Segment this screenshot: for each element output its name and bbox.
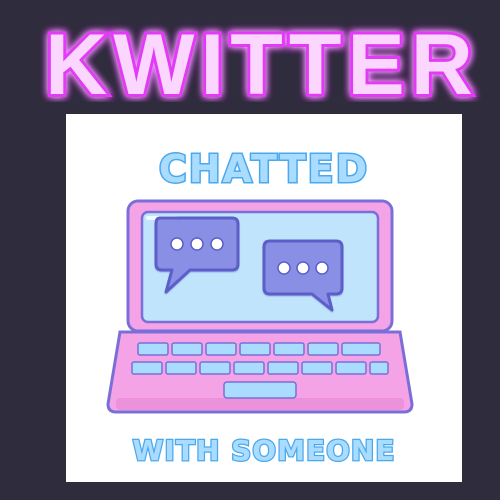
- chatted-badge-card: CHATTED WITH SOMEONE: [66, 114, 462, 482]
- badge-bottom-text: WITH SOMEONE: [133, 434, 396, 467]
- laptop-icon: [106, 199, 414, 414]
- kwitter-logo: KWITTER: [0, 2, 500, 116]
- brand-title: KWITTER: [45, 17, 479, 102]
- badge-top-text: CHATTED: [159, 147, 369, 191]
